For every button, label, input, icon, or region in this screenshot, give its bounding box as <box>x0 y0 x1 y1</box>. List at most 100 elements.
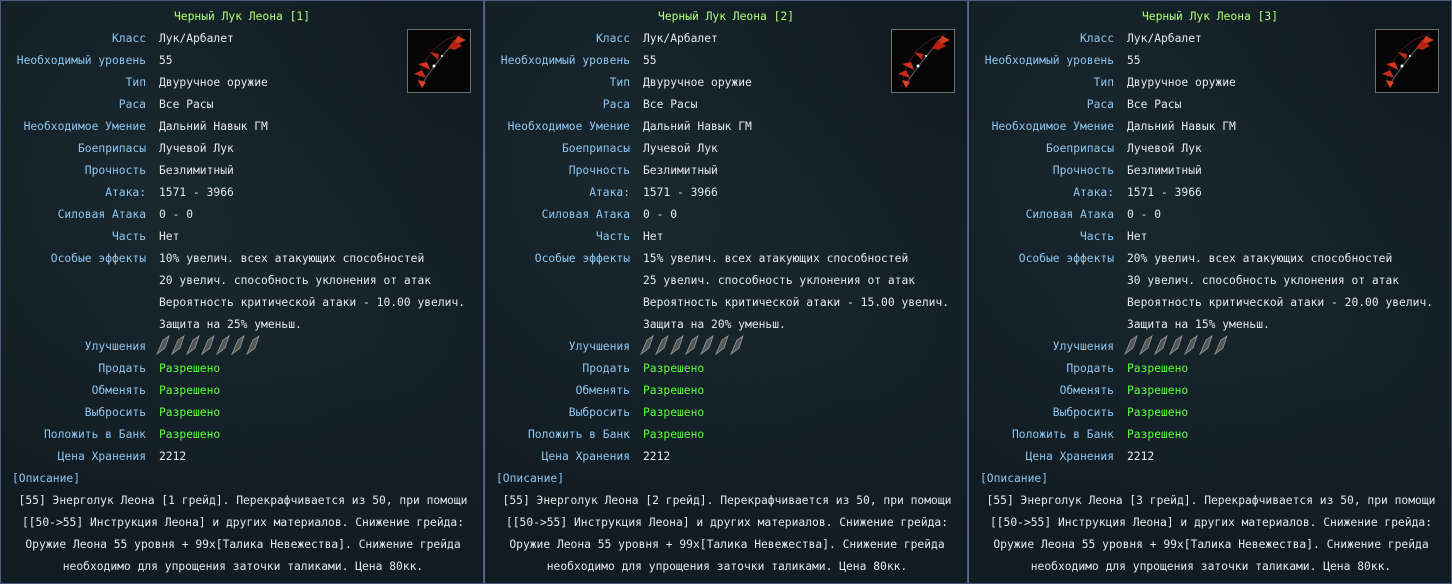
value-race: Все Расы <box>643 98 698 111</box>
description-line: необходимо для упрощения заточки таликам… <box>1030 560 1392 573</box>
value-skill: Дальний Навык ГМ <box>643 120 752 133</box>
description-line: [[50->55] Инструкция Леона] и других мат… <box>21 516 465 529</box>
label-type: Тип <box>609 76 630 89</box>
label-class: Класс <box>595 32 630 45</box>
label-attack: Атака: <box>1073 186 1114 199</box>
description-heading: [Описание] <box>496 472 565 485</box>
description-line: [55] Энерголук Леона [2 грейд]. Перекраф… <box>502 494 952 507</box>
value-drop: Разрешено <box>159 406 221 419</box>
value-trade: Разрешено <box>159 384 221 397</box>
label-power-attack: Силовая Атака <box>541 208 630 221</box>
upgrade-slot-icon <box>156 335 170 356</box>
label-storage-price: Цена Хранения <box>541 450 630 463</box>
value-class: Лук/Арбалет <box>159 32 234 45</box>
value-storage-price: 2212 <box>159 450 187 463</box>
description-line: [[50->55] Инструкция Леона] и других мат… <box>989 516 1433 529</box>
upgrade-slot-icon <box>670 335 684 356</box>
label-level: Необходимый уровень <box>500 54 630 67</box>
label-durability: Прочность <box>84 164 146 177</box>
label-class: Класс <box>111 32 146 45</box>
label-sell: Продать <box>1066 362 1114 375</box>
upgrade-slot-icon <box>1124 335 1138 356</box>
item-tooltip-2: Черный Лук Леона [2] Класс Лук/Арбалет Не… <box>484 0 968 584</box>
label-upgrades: Улучшения <box>1052 340 1114 353</box>
label-ammo: Боеприпасы <box>1045 142 1114 155</box>
label-class: Класс <box>1079 32 1114 45</box>
label-race: Раса <box>1086 98 1114 111</box>
value-level: 55 <box>159 54 173 67</box>
value-storage-price: 2212 <box>1127 450 1155 463</box>
label-upgrades: Улучшения <box>84 340 146 353</box>
item-tooltip-1: Черный Лук Леона [1] Класс Лук/Арбалет Не… <box>0 0 484 584</box>
description-line: необходимо для упрощения заточки таликам… <box>546 560 908 573</box>
upgrade-slot-icon <box>715 335 729 356</box>
description-line: Оружие Леона 55 уровня + 99х[Талика Неве… <box>993 538 1429 551</box>
description-heading: [Описание] <box>980 472 1049 485</box>
label-effects: Особые эффекты <box>50 252 146 265</box>
upgrade-slot-icon <box>246 335 260 356</box>
upgrade-slot-icon <box>1214 335 1228 356</box>
upgrade-slot-icon <box>1169 335 1183 356</box>
label-attack: Атака: <box>589 186 630 199</box>
black-bow-icon <box>891 29 955 93</box>
value-type: Двуручное оружие <box>159 76 268 89</box>
upgrade-slots <box>640 335 744 356</box>
upgrade-slot-icon <box>655 335 669 356</box>
label-ammo: Боеприпасы <box>561 142 630 155</box>
upgrade-slot-icon <box>730 335 744 356</box>
value-race: Все Расы <box>1127 98 1182 111</box>
upgrade-slot-icon <box>171 335 185 356</box>
effect-line: Вероятность критической атаки - 10.00 ув… <box>159 296 466 309</box>
effect-line: 20 увелич. способность уклонения от атак <box>159 274 432 287</box>
value-level: 55 <box>643 54 657 67</box>
label-skill: Необходимое Умение <box>507 120 630 133</box>
value-durability: Безлимитный <box>643 164 718 177</box>
label-upgrades: Улучшения <box>568 340 630 353</box>
upgrade-slot-icon <box>700 335 714 356</box>
value-bank: Разрешено <box>643 428 705 441</box>
label-storage-price: Цена Хранения <box>1025 450 1114 463</box>
description-line: Оружие Леона 55 уровня + 99х[Талика Неве… <box>25 538 461 551</box>
value-trade: Разрешено <box>1127 384 1189 397</box>
label-trade: Обменять <box>91 384 146 397</box>
value-sell: Разрешено <box>643 362 705 375</box>
label-ammo: Боеприпасы <box>77 142 146 155</box>
label-type: Тип <box>1093 76 1114 89</box>
value-storage-price: 2212 <box>643 450 671 463</box>
upgrade-slot-icon <box>216 335 230 356</box>
upgrade-slot-icon <box>201 335 215 356</box>
value-sell: Разрешено <box>1127 362 1189 375</box>
description-line: [55] Энерголук Леона [1 грейд]. Перекраф… <box>18 494 468 507</box>
effect-line: Защита на 20% уменьш. <box>643 318 786 331</box>
label-bank: Положить в Банк <box>1011 428 1114 441</box>
label-trade: Обменять <box>575 384 630 397</box>
value-drop: Разрешено <box>1127 406 1189 419</box>
upgrade-slot-icon <box>640 335 654 356</box>
value-durability: Безлимитный <box>159 164 234 177</box>
label-durability: Прочность <box>1052 164 1114 177</box>
label-part: Часть <box>111 230 146 243</box>
label-skill: Необходимое Умение <box>23 120 146 133</box>
effect-line: 10% увелич. всех атакующих способностей <box>159 252 425 265</box>
upgrade-slot-icon <box>685 335 699 356</box>
black-bow-icon <box>1375 29 1439 93</box>
value-ammo: Лучевой Лук <box>643 142 718 155</box>
value-part: Нет <box>643 230 664 243</box>
value-skill: Дальний Навык ГМ <box>1127 120 1236 133</box>
label-race: Раса <box>602 98 630 111</box>
value-class: Лук/Арбалет <box>1127 32 1202 45</box>
label-effects: Особые эффекты <box>534 252 630 265</box>
label-attack: Атака: <box>105 186 146 199</box>
value-ammo: Лучевой Лук <box>159 142 234 155</box>
effect-line: 30 увелич. способность уклонения от атак <box>1127 274 1400 287</box>
value-power-attack: 0 - 0 <box>643 208 678 221</box>
upgrade-slot-icon <box>231 335 245 356</box>
label-drop: Выбросить <box>568 406 630 419</box>
label-drop: Выбросить <box>1052 406 1114 419</box>
label-trade: Обменять <box>1059 384 1114 397</box>
item-title: Черный Лук Леона [3] <box>1141 10 1279 23</box>
description-line: необходимо для упрощения заточки таликам… <box>62 560 424 573</box>
label-level: Необходимый уровень <box>16 54 146 67</box>
label-storage-price: Цена Хранения <box>57 450 146 463</box>
effect-line: Защита на 25% уменьш. <box>159 318 302 331</box>
